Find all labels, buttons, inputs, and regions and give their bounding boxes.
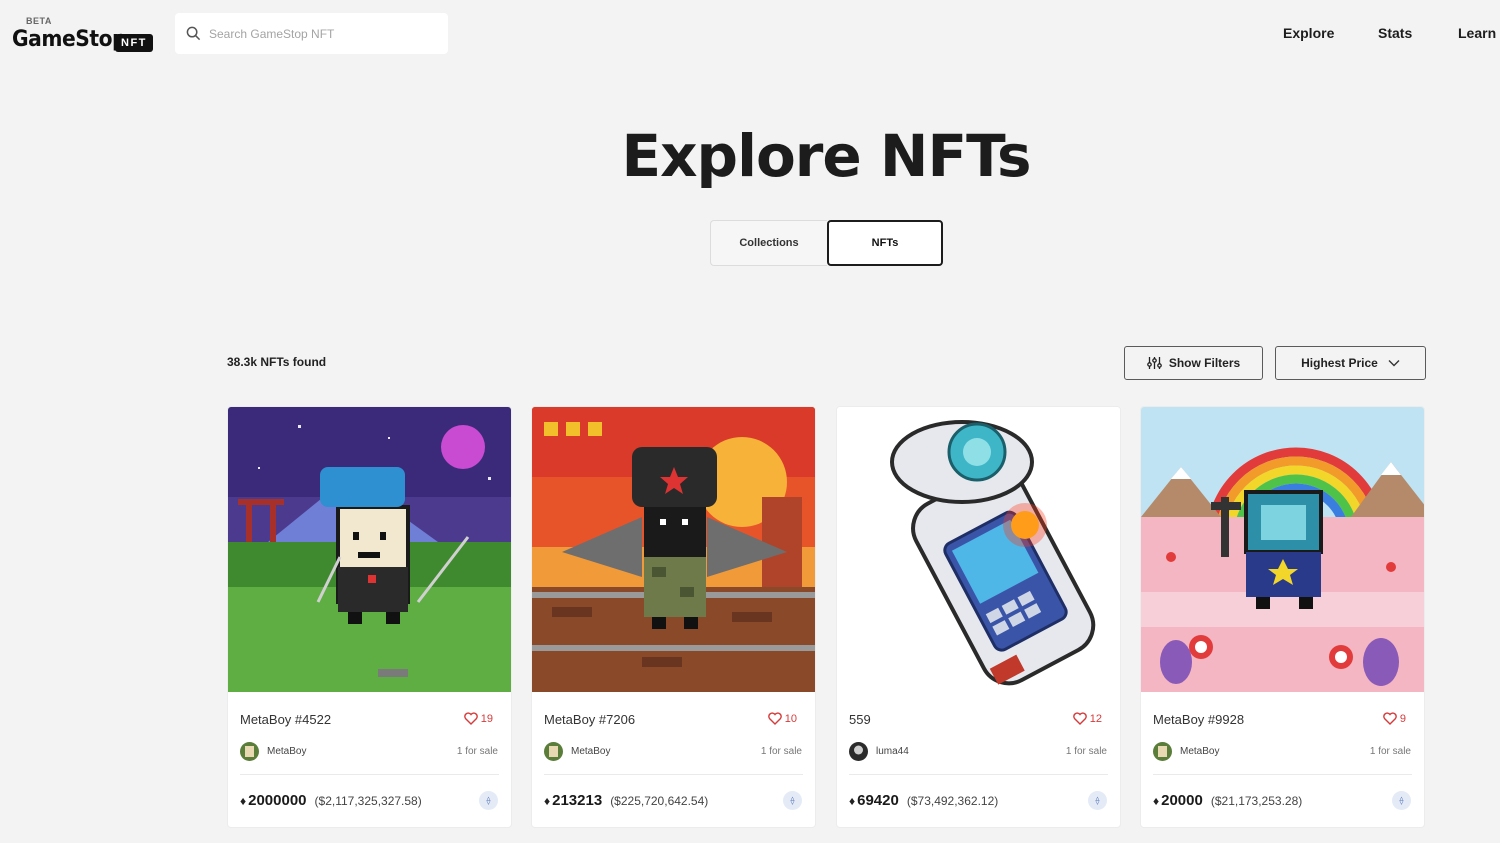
- card-divider: [849, 774, 1108, 775]
- creator-link[interactable]: luma44: [849, 742, 909, 761]
- nav-learn[interactable]: Learn: [1458, 25, 1496, 41]
- price-row: ♦ 69420 ($73,492,362.12): [849, 792, 998, 809]
- results-count: 38.3k NFTs found: [227, 355, 327, 369]
- search-input[interactable]: [209, 26, 439, 41]
- card-divider: [240, 774, 499, 775]
- nft-name[interactable]: MetaBoy #7206: [544, 712, 635, 727]
- chain-icon: ⟠: [1088, 791, 1107, 810]
- price-amount: 20000: [1161, 792, 1203, 809]
- logo-beta-label: BETA: [26, 16, 52, 26]
- nft-image-astronaut-glove[interactable]: [837, 407, 1120, 692]
- like-button[interactable]: 9: [1383, 712, 1406, 725]
- for-sale-count: 1 for sale: [760, 746, 802, 757]
- card-divider: [544, 774, 803, 775]
- nft-image-metaboy-bat[interactable]: [532, 407, 815, 692]
- eth-icon: ♦: [544, 793, 551, 808]
- sort-label: Highest Price: [1301, 356, 1378, 370]
- gamestop-nft-logo[interactable]: BETA GameStop NFT: [12, 14, 158, 54]
- like-button[interactable]: 19: [463, 712, 493, 725]
- like-button[interactable]: 10: [767, 712, 797, 725]
- logo-nft-tag: NFT: [115, 34, 153, 52]
- logo-wordmark: GameStop: [12, 27, 127, 52]
- creator-link[interactable]: MetaBoy: [1153, 742, 1219, 761]
- price-usd: ($2,117,325,327.58): [314, 793, 422, 808]
- chain-icon: ⟠: [479, 791, 498, 810]
- for-sale-count: 1 for sale: [456, 746, 498, 757]
- nft-name[interactable]: 559: [849, 712, 871, 727]
- nav-explore[interactable]: Explore: [1283, 25, 1334, 41]
- eth-icon: ♦: [240, 793, 247, 808]
- price-usd: ($225,720,642.54): [610, 793, 709, 808]
- card-divider: [1153, 774, 1412, 775]
- creator-name: MetaBoy: [267, 746, 307, 757]
- eth-icon: ♦: [849, 793, 856, 808]
- view-toggle: Collections NFTs: [710, 220, 943, 266]
- nft-card[interactable]: MetaBoy #4522 19 MetaBoy 1 for sale ♦ 20…: [227, 406, 512, 828]
- tab-collections[interactable]: Collections: [710, 220, 827, 266]
- like-count: 19: [480, 712, 493, 725]
- nav-stats[interactable]: Stats: [1378, 25, 1412, 41]
- price-usd: ($21,173,253.28): [1210, 793, 1303, 808]
- filter-sliders-icon: [1146, 357, 1162, 369]
- top-bar: BETA GameStop NFT Explore Stats Learn: [0, 0, 1500, 66]
- heart-icon: [1072, 712, 1087, 725]
- creator-name: luma44: [876, 746, 909, 757]
- chain-icon: ⟠: [783, 791, 802, 810]
- price-row: ♦ 20000 ($21,173,253.28): [1153, 792, 1302, 809]
- search-icon: [186, 26, 201, 41]
- creator-name: MetaBoy: [571, 746, 611, 757]
- like-count: 10: [784, 712, 797, 725]
- page-title: Explore NFTs: [621, 122, 1032, 190]
- price-usd: ($73,492,362.12): [906, 793, 999, 808]
- price-amount: 213213: [552, 792, 603, 809]
- chevron-down-icon: [1388, 360, 1400, 367]
- creator-avatar: [544, 742, 563, 761]
- creator-avatar: [240, 742, 259, 761]
- creator-name: MetaBoy: [1180, 746, 1220, 757]
- like-count: 12: [1089, 712, 1102, 725]
- heart-icon: [1383, 712, 1397, 725]
- search-box[interactable]: [175, 13, 448, 54]
- creator-avatar: [849, 742, 868, 761]
- for-sale-count: 1 for sale: [1065, 746, 1107, 757]
- nft-card[interactable]: MetaBoy #7206 10 MetaBoy 1 for sale ♦ 21…: [531, 406, 816, 828]
- creator-avatar: [1153, 742, 1172, 761]
- heart-icon: [767, 712, 782, 725]
- price-row: ♦ 213213 ($225,720,642.54): [544, 792, 708, 809]
- like-count: 9: [1399, 712, 1406, 725]
- price-row: ♦ 2000000 ($2,117,325,327.58): [240, 792, 422, 809]
- for-sale-count: 1 for sale: [1369, 746, 1411, 757]
- show-filters-label: Show Filters: [1168, 356, 1241, 370]
- creator-link[interactable]: MetaBoy: [544, 742, 610, 761]
- nft-name[interactable]: MetaBoy #4522: [240, 712, 331, 727]
- nft-image-metaboy-rainbow[interactable]: [1141, 407, 1424, 692]
- nft-card[interactable]: 559 12 luma44 1 for sale ♦ 69420 ($73,49…: [836, 406, 1121, 828]
- like-button[interactable]: 12: [1072, 712, 1102, 725]
- sort-dropdown[interactable]: Highest Price: [1275, 346, 1426, 380]
- tab-nfts[interactable]: NFTs: [827, 220, 943, 266]
- chain-icon: ⟠: [1392, 791, 1411, 810]
- price-amount: 2000000: [248, 792, 307, 809]
- nft-name[interactable]: MetaBoy #9928: [1153, 712, 1244, 727]
- nft-card[interactable]: MetaBoy #9928 9 MetaBoy 1 for sale ♦ 200…: [1140, 406, 1425, 828]
- nft-image-metaboy-ninja[interactable]: [228, 407, 511, 692]
- heart-icon: [463, 712, 478, 725]
- show-filters-button[interactable]: Show Filters: [1124, 346, 1263, 380]
- price-amount: 69420: [857, 792, 899, 809]
- creator-link[interactable]: MetaBoy: [240, 742, 306, 761]
- eth-icon: ♦: [1153, 793, 1160, 808]
